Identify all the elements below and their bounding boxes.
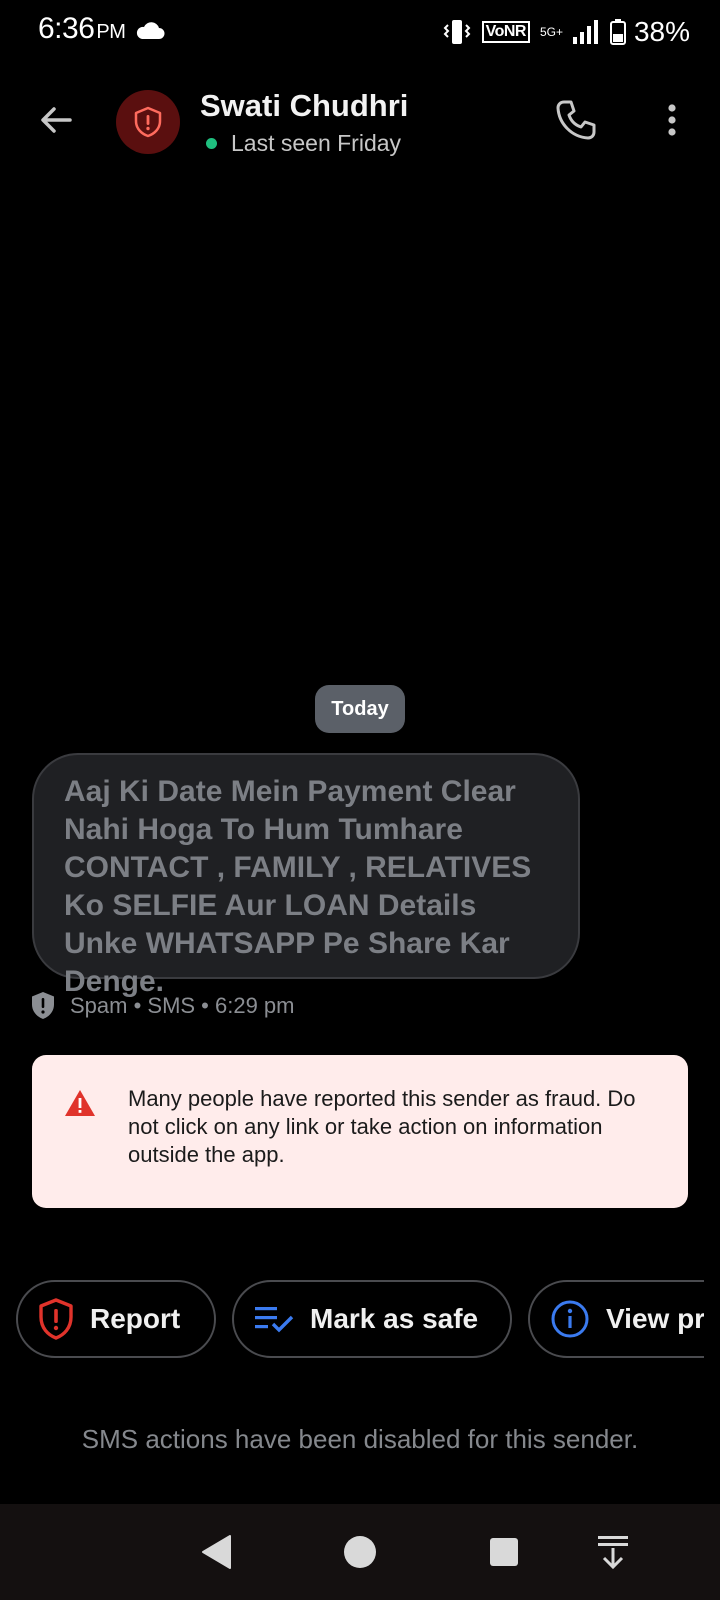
- status-clock: 6:36 PM: [38, 12, 126, 46]
- status-ampm: PM: [96, 21, 126, 43]
- presence-dot: [206, 138, 217, 149]
- message-meta: Spam • SMS • 6:29 pm: [30, 990, 295, 1022]
- last-seen-text: Last seen Friday: [231, 130, 402, 156]
- back-arrow-icon[interactable]: [36, 100, 76, 140]
- nav-back-icon[interactable]: [200, 1534, 232, 1570]
- nav-home-icon[interactable]: [344, 1536, 376, 1568]
- sms-disabled-notice: SMS actions have been disabled for this …: [81, 1424, 639, 1454]
- message-bubble[interactable]: Aaj Ki Date Mein Payment Clear Nahi Hoga…: [32, 753, 580, 998]
- shield-alert-icon: [134, 106, 162, 138]
- avatar[interactable]: [116, 90, 180, 154]
- date-separator: Today: [315, 685, 405, 733]
- vibrate-icon: [443, 20, 470, 44]
- cloud-icon: [136, 22, 165, 39]
- report-button[interactable]: Report: [16, 1280, 216, 1358]
- mark-as-safe-label: Mark as safe: [310, 1303, 479, 1334]
- more-vertical-icon[interactable]: [660, 100, 684, 140]
- nav-recents-icon[interactable]: [490, 1538, 518, 1566]
- conversation-header: Swati Chudhri Last seen Friday: [0, 80, 720, 172]
- phone-icon[interactable]: [554, 98, 598, 142]
- status-icons: VoNR 5G+ 38%: [442, 14, 690, 50]
- system-nav-bar: [0, 1504, 720, 1600]
- conversation-screen: 6:36 PM VoNR 5G+ 38% Swati Chudhri Last …: [0, 0, 720, 1600]
- status-bar: 6:36 PM VoNR 5G+ 38%: [0, 0, 720, 64]
- contact-name[interactable]: Swati Chudhri: [200, 88, 408, 124]
- network-type: 5G+: [539, 25, 563, 39]
- message-text: Aaj Ki Date Mein Payment Clear Nahi Hoga…: [64, 775, 532, 998]
- battery-percent: 38%: [633, 16, 690, 47]
- nav-collapse-icon[interactable]: [596, 1534, 630, 1570]
- shield-alert-icon: [39, 1298, 73, 1340]
- checklist-icon: [255, 1307, 294, 1333]
- shield-alert-icon: [32, 992, 54, 1019]
- warning-triangle-icon: [65, 1090, 95, 1116]
- last-seen-status: Last seen Friday: [206, 130, 401, 157]
- message-meta-text: Spam • SMS • 6:29 pm: [70, 993, 295, 1018]
- view-profile-button[interactable]: View profile: [528, 1280, 704, 1358]
- vonr-badge: VoNR: [481, 21, 530, 43]
- battery-icon: [609, 19, 626, 45]
- action-chip-row: Report Mark as safe View profile: [0, 1280, 704, 1360]
- signal-icon: [572, 20, 598, 44]
- mark-as-safe-button[interactable]: Mark as safe: [232, 1280, 512, 1358]
- status-time: 6:36: [38, 12, 95, 45]
- view-profile-label: View profile: [606, 1303, 704, 1334]
- fraud-warning-banner: Many people have reported this sender as…: [32, 1055, 688, 1208]
- report-label: Report: [90, 1303, 181, 1334]
- warning-text: Many people have reported this sender as…: [128, 1086, 636, 1167]
- info-icon: [551, 1300, 589, 1338]
